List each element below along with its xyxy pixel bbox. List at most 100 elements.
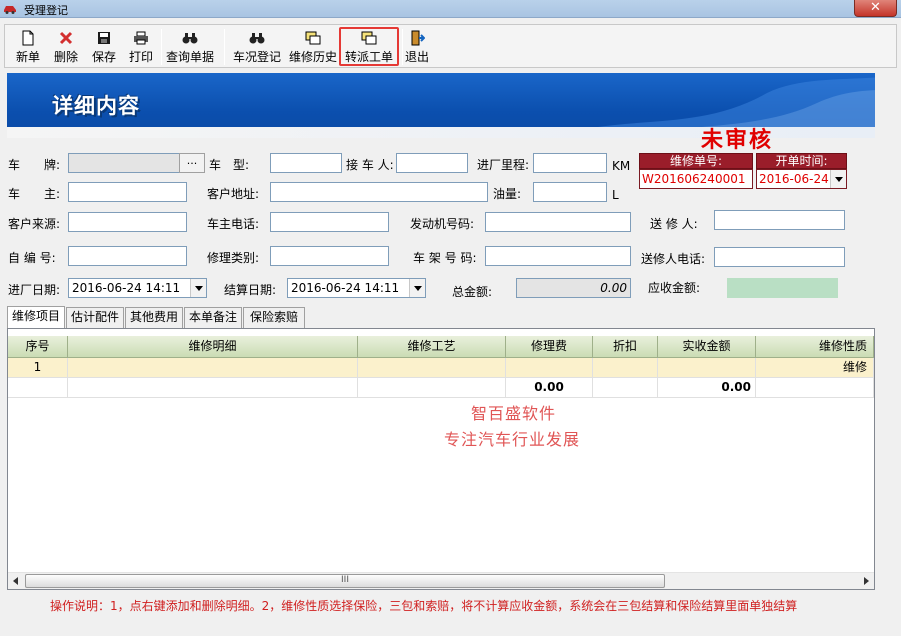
horizontal-scrollbar[interactable]: III xyxy=(8,572,874,589)
main-window: 受理登记 ✕ 新单 删除 保存 打印 查询单据 车况登记 维修历史 转派工单 退… xyxy=(0,0,901,636)
settle-date-value: 2016-06-24 14:11 xyxy=(291,281,400,295)
sender-input[interactable] xyxy=(714,210,845,230)
save-button[interactable]: 保存 xyxy=(89,28,119,66)
scroll-right-icon[interactable] xyxy=(862,577,870,585)
entry-date-label: 进厂日期: xyxy=(8,283,61,297)
tab-insurance-claims[interactable]: 保险索赔 xyxy=(243,307,305,328)
delete-button[interactable]: 删除 xyxy=(51,28,81,66)
printer-icon xyxy=(134,31,148,45)
mileage-unit: KM xyxy=(612,159,631,173)
category-input[interactable] xyxy=(270,246,389,266)
print-button[interactable]: 打印 xyxy=(126,28,156,66)
receiver-input[interactable] xyxy=(396,153,468,173)
code-label: 自 编 号: xyxy=(8,251,56,265)
receivable-label: 应收金额: xyxy=(648,281,701,295)
model-label: 车 型: xyxy=(209,158,250,172)
category-label: 修理类别: xyxy=(207,251,260,265)
sender-phone-input[interactable] xyxy=(714,247,845,267)
open-time-combo[interactable]: 2016-06-24 xyxy=(756,169,847,189)
scroll-left-icon[interactable] xyxy=(12,577,20,585)
watermark-line-1: 智百盛软件 xyxy=(471,404,557,423)
watermark-line-2: 专注汽车行业发展 xyxy=(444,430,581,449)
audit-status: 未审核 xyxy=(701,128,774,153)
toolbar-separator xyxy=(224,29,225,65)
address-input[interactable] xyxy=(270,182,488,202)
sender-phone-label: 送修人电话: xyxy=(641,252,706,266)
new-document-icon xyxy=(22,30,34,46)
source-input[interactable] xyxy=(68,212,187,232)
tab-repair-items[interactable]: 维修项目 xyxy=(7,306,65,329)
open-time-header: 开单时间: xyxy=(756,153,847,169)
table-cell[interactable] xyxy=(358,358,506,378)
plate-input[interactable] xyxy=(68,153,180,173)
settle-date-combo[interactable]: 2016-06-24 14:11 xyxy=(287,278,426,298)
settle-date-label: 结算日期: xyxy=(224,283,277,297)
title-bar: 受理登记 ✕ xyxy=(0,0,901,18)
table-cell[interactable]: 1 xyxy=(8,358,68,378)
query-button[interactable]: 查询单据 xyxy=(164,28,216,66)
dropdown-arrow-icon[interactable] xyxy=(409,279,425,297)
table-cell[interactable]: 维修 xyxy=(756,358,874,378)
tab-estimated-parts[interactable]: 估计配件 xyxy=(66,307,124,328)
table-cell xyxy=(593,378,658,398)
table-cell[interactable] xyxy=(658,358,756,378)
open-time-value: 2016-06-24 xyxy=(759,172,829,186)
repair-history-button[interactable]: 维修历史 xyxy=(287,28,339,66)
owner-input[interactable] xyxy=(68,182,187,202)
toolbar-separator xyxy=(161,29,162,65)
tab-other-fees[interactable]: 其他费用 xyxy=(125,307,183,328)
plate-label: 车 牌: xyxy=(8,158,61,172)
source-label: 客户来源: xyxy=(8,217,61,231)
total-label: 总金额: xyxy=(452,285,493,299)
grid-header: 序号 维修明细 维修工艺 修理费 折扣 实收金额 维修性质 xyxy=(8,336,874,358)
operation-hint: 操作说明：1，点右键添加和删除明细。2，维修性质选择保险，三包和索赔，将不计算应… xyxy=(50,599,798,613)
table-cell[interactable] xyxy=(593,358,658,378)
exit-button[interactable]: 退出 xyxy=(402,28,432,66)
owner-phone-label: 车主电话: xyxy=(207,217,260,231)
exit-door-icon xyxy=(411,30,425,46)
table-cell[interactable] xyxy=(68,358,358,378)
frame-label: 车 架 号 码: xyxy=(413,251,477,265)
sender-label: 送 修 人: xyxy=(650,217,698,231)
engine-label: 发动机号码: xyxy=(410,217,475,231)
table-cell xyxy=(68,378,358,398)
mileage-input[interactable] xyxy=(533,153,607,173)
highlight-box xyxy=(339,27,399,66)
repair-no-header: 维修单号: xyxy=(639,153,753,169)
total-received-amount: 0.00 xyxy=(658,378,756,398)
repair-items-grid: 序号 维修明细 维修工艺 修理费 折扣 实收金额 维修性质 1 维修 0.00 … xyxy=(7,328,875,590)
binoculars-icon xyxy=(182,33,198,44)
table-cell[interactable] xyxy=(506,358,593,378)
fuel-input[interactable] xyxy=(533,182,607,202)
column-header[interactable]: 维修性质 xyxy=(756,336,874,358)
plate-lookup-button[interactable]: ... xyxy=(179,153,205,173)
tab-order-notes[interactable]: 本单备注 xyxy=(184,307,242,328)
mileage-label: 进厂里程: xyxy=(477,158,530,172)
engine-input[interactable] xyxy=(485,212,631,232)
window-title: 受理登记 xyxy=(24,4,68,17)
model-input[interactable] xyxy=(270,153,342,173)
scroll-thumb[interactable]: III xyxy=(25,574,665,588)
column-header[interactable]: 维修工艺 xyxy=(358,336,506,358)
address-label: 客户地址: xyxy=(207,187,260,201)
code-input[interactable] xyxy=(68,246,187,266)
banner-title: 详细内容 xyxy=(52,94,140,118)
dropdown-arrow-icon[interactable] xyxy=(190,279,206,297)
frame-input[interactable] xyxy=(485,246,631,266)
close-button[interactable]: ✕ xyxy=(854,0,897,17)
table-row[interactable]: 1 维修 xyxy=(8,358,874,378)
column-header[interactable]: 序号 xyxy=(8,336,68,358)
new-button[interactable]: 新单 xyxy=(13,28,43,66)
floppy-disk-icon xyxy=(98,32,110,44)
dropdown-arrow-icon[interactable] xyxy=(830,170,846,188)
column-header[interactable]: 修理费 xyxy=(506,336,593,358)
column-header[interactable]: 维修明细 xyxy=(68,336,358,358)
column-header[interactable]: 实收金额 xyxy=(658,336,756,358)
vehicle-check-button[interactable]: 车况登记 xyxy=(231,28,283,66)
owner-phone-input[interactable] xyxy=(270,212,389,232)
table-cell xyxy=(358,378,506,398)
entry-date-value: 2016-06-24 14:11 xyxy=(72,281,181,295)
column-header[interactable]: 折扣 xyxy=(593,336,658,358)
table-row-total: 0.00 0.00 xyxy=(8,378,874,398)
entry-date-combo[interactable]: 2016-06-24 14:11 xyxy=(68,278,207,298)
